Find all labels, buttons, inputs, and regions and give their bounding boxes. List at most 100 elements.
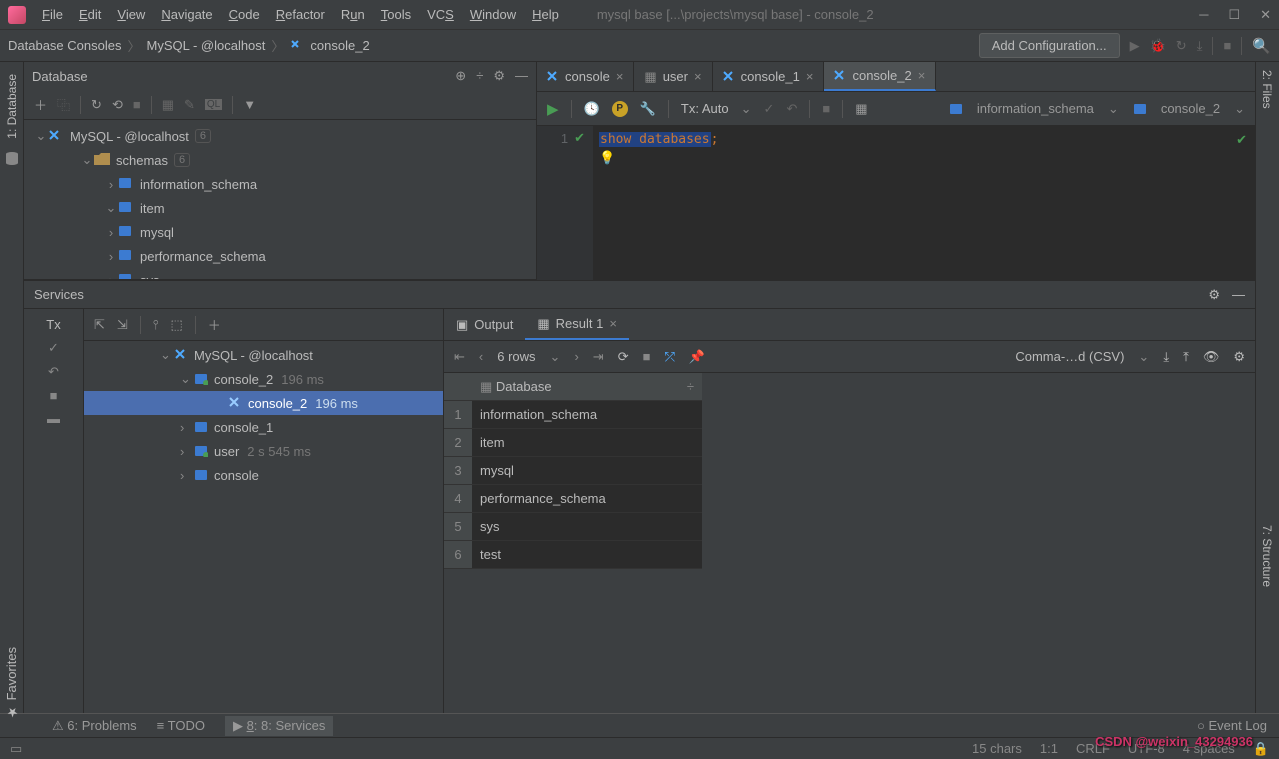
pin-icon[interactable]: 📌	[689, 349, 705, 365]
sync-icon[interactable]: ⟲	[112, 97, 123, 113]
history-icon[interactable]: 🕓	[584, 101, 600, 117]
close-tab-icon[interactable]: ×	[609, 316, 617, 331]
result-tab[interactable]: ▦Result 1×	[525, 309, 629, 340]
menu-help[interactable]: Help	[524, 3, 567, 26]
tree-schema-item[interactable]: ›performance_schema	[24, 244, 536, 268]
schema-selector[interactable]: information_schema	[977, 101, 1094, 116]
menu-view[interactable]: View	[109, 3, 153, 26]
menu-edit[interactable]: Edit	[71, 3, 109, 26]
commit-icon[interactable]: ✓	[48, 340, 59, 356]
result-cell[interactable]: test	[472, 541, 702, 569]
menu-window[interactable]: Window	[462, 3, 524, 26]
tree-schema-item[interactable]: ›mysql	[24, 220, 536, 244]
maximize-icon[interactable]: ☐	[1228, 7, 1240, 23]
gear-icon[interactable]: ⚙	[1233, 349, 1245, 365]
search-icon[interactable]: 🔍	[1252, 37, 1271, 55]
intention-bulb-icon[interactable]: 💡	[599, 150, 615, 166]
favorites-tool-button[interactable]: ★ Favorites	[4, 647, 19, 719]
sql-icon[interactable]: QL	[205, 99, 222, 110]
editor-tab-console[interactable]: console×	[537, 62, 634, 91]
database-tool-button[interactable]: 1: Database	[5, 70, 19, 143]
todo-tool-button[interactable]: ≡ TODO	[157, 718, 205, 733]
compare-icon[interactable]: ⤱	[664, 349, 674, 365]
layout-icon[interactable]: ▬	[47, 411, 60, 426]
collapse-icon[interactable]: ⊕	[455, 68, 466, 84]
sort-icon[interactable]: ÷	[687, 379, 694, 394]
debug-icon[interactable]: 🐞	[1150, 38, 1166, 54]
tx-mode-dropdown[interactable]: Tx: Auto	[681, 101, 729, 116]
coverage-icon[interactable]: ↻	[1176, 38, 1187, 54]
editor-tab-console2[interactable]: console_2×	[824, 62, 936, 91]
sv-tree-root[interactable]: ⌄MySQL - @localhost	[84, 343, 443, 367]
menu-vcs[interactable]: VCS	[419, 3, 462, 26]
output-tab[interactable]: ▣Output	[444, 309, 525, 340]
download-icon[interactable]: ⤓	[1163, 349, 1169, 365]
divide-icon[interactable]: ÷	[476, 68, 483, 84]
stop-icon[interactable]: ■	[133, 97, 141, 112]
duplicate-icon[interactable]: ⿻	[57, 95, 70, 114]
structure-tool-button[interactable]: 7: Structure	[1256, 517, 1278, 595]
view-icon[interactable]: ▦	[855, 101, 867, 117]
run-icon[interactable]: ▶	[1130, 38, 1140, 54]
editor-tab-user[interactable]: ▦user×	[634, 62, 712, 91]
edit-icon[interactable]: ✎	[184, 97, 195, 113]
stop-icon[interactable]: ■	[643, 349, 651, 364]
commit-icon[interactable]: ✓	[764, 101, 775, 117]
filter-icon[interactable]: ▼	[243, 97, 256, 112]
tree-schema-item[interactable]: ⌄item	[24, 196, 536, 220]
last-page-icon[interactable]: ⇥	[593, 349, 604, 365]
breadcrumb-file[interactable]: console_2	[310, 38, 369, 53]
result-cell[interactable]: mysql	[472, 457, 702, 485]
minimize-icon[interactable]: ─	[1199, 7, 1208, 23]
services-tool-button[interactable]: ▶ 8: 8: Services	[225, 716, 333, 736]
stop-icon[interactable]: ■	[822, 101, 830, 116]
sv-tree-console1[interactable]: ›console_1	[84, 415, 443, 439]
add-icon[interactable]: ＋	[208, 315, 221, 334]
expand-all-icon[interactable]: ⇱	[94, 317, 105, 333]
close-tab-icon[interactable]: ×	[918, 68, 926, 83]
explain-plan-icon[interactable]: P	[612, 101, 628, 117]
next-page-icon[interactable]: ›	[574, 349, 578, 364]
tree-schema-item[interactable]: ›sys	[24, 268, 536, 279]
rollback-icon[interactable]: ↶	[48, 364, 59, 380]
stop-icon[interactable]: ■	[50, 388, 58, 403]
files-tool-button[interactable]: 2: Files	[1256, 62, 1278, 117]
menu-code[interactable]: Code	[221, 3, 268, 26]
profile-icon[interactable]: ⤓	[1197, 38, 1203, 54]
pin-icon[interactable]: ⬚	[170, 317, 182, 333]
stop-icon[interactable]: ■	[1223, 38, 1231, 53]
menu-navigate[interactable]: Navigate	[153, 3, 220, 26]
prev-page-icon[interactable]: ‹	[479, 349, 483, 364]
code-editor[interactable]: 1✔ show databases; 💡 ✔	[537, 126, 1255, 280]
hide-icon[interactable]: —	[1232, 287, 1245, 302]
refresh-icon[interactable]: ↻	[91, 97, 102, 113]
result-cell[interactable]: item	[472, 429, 702, 457]
result-cell[interactable]: sys	[472, 513, 702, 541]
gear-icon[interactable]: ⚙	[1208, 287, 1220, 303]
upload-icon[interactable]: ⤒	[1183, 349, 1189, 365]
gear-icon[interactable]: ⚙	[493, 68, 505, 84]
result-cell[interactable]: information_schema	[472, 401, 702, 429]
event-log-tool-button[interactable]: ○ Event Log	[1197, 718, 1267, 733]
sv-tree-console2-child[interactable]: console_2196 ms	[84, 391, 443, 415]
close-tab-icon[interactable]: ×	[616, 69, 624, 84]
tree-schemas[interactable]: ⌄ schemas 6	[24, 148, 536, 172]
breadcrumb-db[interactable]: MySQL - @localhost	[146, 38, 265, 53]
collapse-all-icon[interactable]: ⇲	[117, 317, 128, 333]
group-icon[interactable]: ⫯	[153, 317, 159, 333]
editor-tab-console1[interactable]: console_1×	[713, 62, 825, 91]
close-tab-icon[interactable]: ×	[806, 69, 814, 84]
wrench-icon[interactable]: 🔧	[640, 101, 656, 117]
tree-datasource[interactable]: ⌄ MySQL - @localhost 6	[24, 124, 536, 148]
view-icon[interactable]: 👁	[1203, 349, 1220, 365]
result-cell[interactable]: performance_schema	[472, 485, 702, 513]
menu-tools[interactable]: Tools	[373, 3, 419, 26]
sv-tree-console[interactable]: ›console	[84, 463, 443, 487]
status-icon[interactable]: ▭	[10, 741, 22, 757]
first-page-icon[interactable]: ⇤	[454, 349, 465, 365]
problems-tool-button[interactable]: ⚠ 6: Problems	[52, 718, 137, 734]
console-selector[interactable]: console_2	[1161, 101, 1220, 116]
rollback-icon[interactable]: ↶	[786, 101, 797, 117]
sv-tree-console2[interactable]: ⌄console_2196 ms	[84, 367, 443, 391]
tree-schema-item[interactable]: ›information_schema	[24, 172, 536, 196]
